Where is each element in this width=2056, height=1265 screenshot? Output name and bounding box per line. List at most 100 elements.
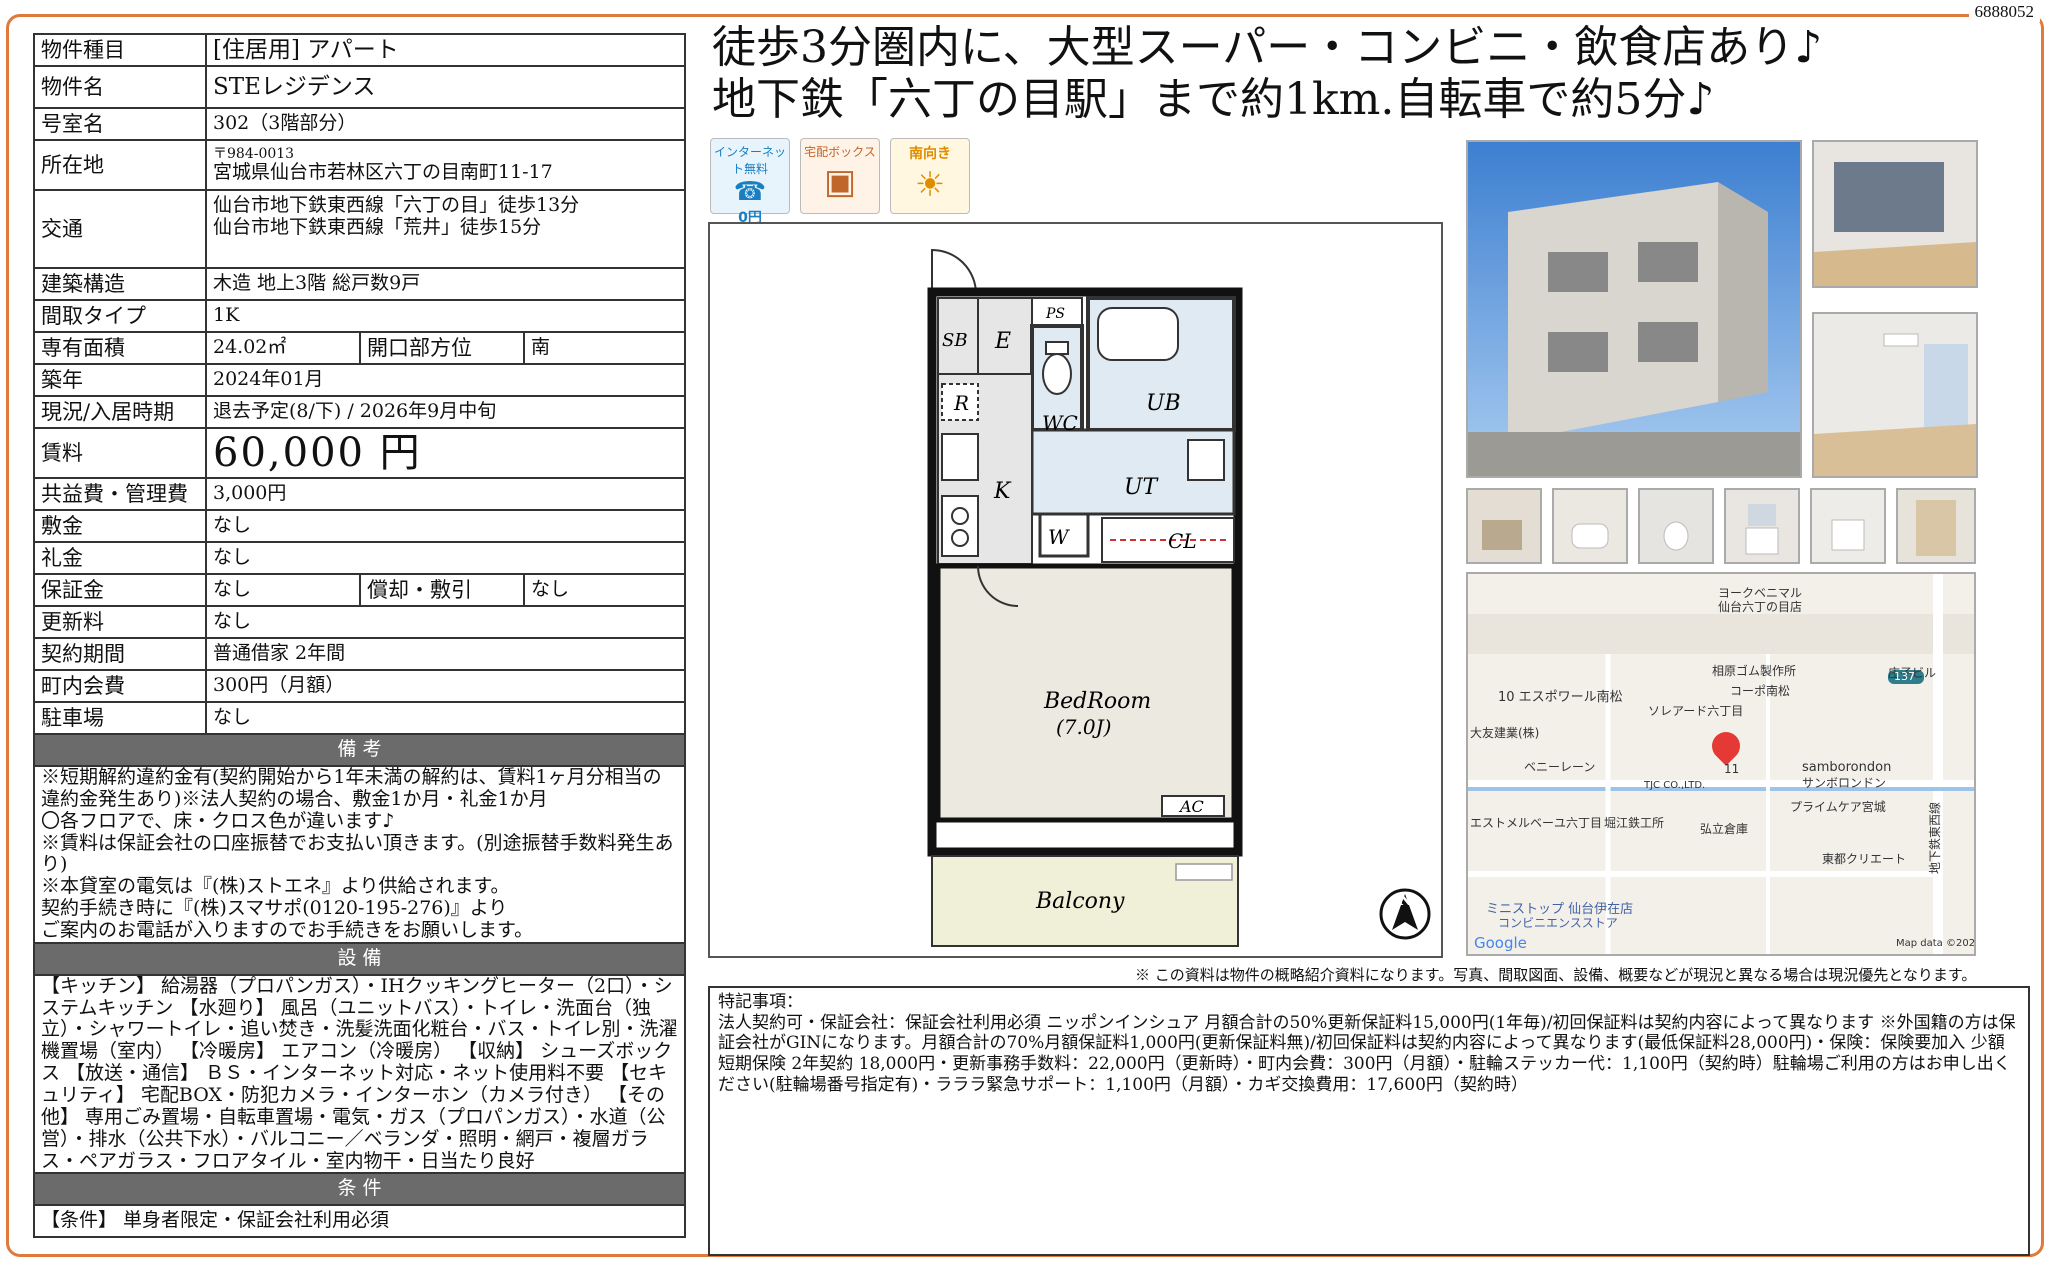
address-cell: 〒984-0013 宮城県仙台市若林区六丁の目南町11-17 — [205, 139, 686, 191]
map-label: 相原ゴム製作所 — [1712, 664, 1797, 678]
map-label: 地下鉄東西線 — [1928, 801, 1942, 874]
thumb-kitchen[interactable] — [1466, 488, 1542, 564]
address-value: 宮城県仙台市若林区六丁の目南町11-17 — [213, 161, 553, 184]
headline-line-2: 地下鉄「六丁の目駅」まで約1km.自転車で約5分♪ — [712, 74, 1715, 125]
transit-line-1: 仙台市地下鉄東西線「六丁の目」徒歩13分 — [213, 194, 580, 216]
label-ps: PS — [1045, 306, 1065, 322]
layout-value: 1K — [205, 299, 686, 333]
layout-label: 間取タイプ — [33, 299, 207, 333]
rent-label: 賃料 — [33, 427, 207, 479]
map-label: 仙台六丁の目店 — [1718, 600, 1803, 614]
type-value: [住居用] アパート — [205, 33, 686, 67]
room-value: 302（3階部分） — [205, 107, 686, 141]
note-line: ※短期解約違約金有(契約開始から1年未満の解約は、賃料1ヶ月分相当の違約金発生あ… — [41, 766, 662, 810]
reference-id: 6888052 — [1968, 2, 2040, 22]
thumb-laundry[interactable] — [1810, 488, 1886, 564]
map-label: 大友建業(株) — [1470, 726, 1540, 740]
thumb-closet[interactable] — [1896, 488, 1976, 564]
contract-value: 普通借家 2年間 — [205, 637, 686, 671]
headline: 徒歩3分圏内に、大型スーパー・コンビニ・飲食店あり♪ 地下鉄「六丁の目駅」まで約… — [712, 22, 1822, 126]
property-spec-table: 物件種目 [住居用] アパート 物件名 STEレジデンス 号室名 302（3階部分） … — [33, 33, 686, 1239]
location-map[interactable]: ヨークベニマル 仙台六丁の目店 相原ゴム製作所 庄子ビル 10 エスポワール南松… — [1466, 572, 1976, 956]
interior-photo-1[interactable] — [1812, 140, 1978, 288]
address-label: 所在地 — [33, 139, 207, 191]
status-label: 現況/入居時期 — [33, 395, 207, 429]
amortization-label: 償却・敷引 — [359, 573, 525, 607]
map-attribution: Map data ©2023 — [1896, 938, 1976, 949]
map-label: ソレアード六丁目 — [1648, 704, 1744, 718]
parking-label: 駐車場 — [33, 701, 207, 735]
conditions-header: 条 件 — [33, 1172, 686, 1207]
map-label: samborondon — [1802, 760, 1892, 775]
built-label: 築年 — [33, 363, 207, 397]
facing-label: 開口部方位 — [359, 331, 525, 365]
north-arrow-icon: N — [1379, 888, 1431, 940]
notes-body: ※短期解約違約金有(契約開始から1年未満の解約は、賃料1ヶ月分相当の違約金発生あ… — [33, 765, 686, 944]
disclaimer: ※ この資料は物件の概略紹介資料になります。写真、間取図面、設備、概要などが現況… — [1135, 966, 1977, 984]
interior-photo-2[interactable] — [1812, 312, 1978, 478]
map-label: 東都クリエート — [1822, 852, 1907, 866]
thumb-bath[interactable] — [1552, 488, 1628, 564]
feature-badges: インターネット無料 ☎ 0円 宅配ボックス ▣ 南向き ☀ — [710, 138, 970, 226]
label-w: W — [1048, 525, 1070, 549]
keymoney-label: 礼金 — [33, 541, 207, 575]
thumb-toilet[interactable] — [1638, 488, 1714, 564]
thumb-washbasin[interactable] — [1724, 488, 1800, 564]
transit-label: 交通 — [33, 189, 207, 269]
sun-house-icon: ☀ — [914, 165, 946, 205]
note-line: ご案内のお電話が入りますのでお手続きをお願いします。 — [41, 918, 534, 941]
map-label: コンビニエンスストア — [1498, 916, 1618, 930]
name-value: STEレジデンス — [205, 65, 686, 109]
area-label: 専有面積 — [33, 331, 207, 365]
thumbnail-image — [1554, 490, 1626, 562]
structure-value: 木造 地上3階 総戸数9戸 — [205, 267, 686, 301]
badge-delivery-box: 宅配ボックス ▣ — [800, 138, 880, 214]
parcel-box-icon: ▣ — [823, 162, 857, 202]
label-k: K — [993, 479, 1012, 504]
map-label: プライムケア宮城 — [1790, 800, 1886, 814]
renewal-value: なし — [205, 605, 686, 639]
remarks-body: 法人契約可・保証会社：保証会社利用必須 ニッポンインシュア 月額合計の50%更新… — [718, 1012, 2016, 1095]
floor-plan: SB E PS UB R WC K UT W CL BedRoom (7.0J)… — [708, 222, 1443, 958]
interior-room-image — [1814, 142, 1976, 286]
contract-label: 契約期間 — [33, 637, 207, 671]
floor-plan-drawing: SB E PS UB R WC K UT W CL BedRoom (7.0J)… — [927, 248, 1431, 947]
remarks-box: 特記事項： 法人契約可・保証会社：保証会社利用必須 ニッポンインシュア 月額合計… — [708, 986, 2030, 1256]
guarantee-label: 保証金 — [33, 573, 207, 607]
map-label: TJC CO.,LTD. — [1644, 780, 1706, 791]
renewal-label: 更新料 — [33, 605, 207, 639]
thumbnail-image — [1726, 490, 1798, 562]
fee-label: 共益費・管理費 — [33, 477, 207, 511]
label-ac: AC — [1178, 797, 1204, 816]
label-cl: CL — [1168, 529, 1197, 553]
deposit-value: なし — [205, 509, 686, 543]
fee-value: 3,000円 — [205, 477, 686, 511]
status-value: 退去予定(8/下) / 2026年9月中旬 — [205, 395, 686, 429]
room-label: 号室名 — [33, 107, 207, 141]
transit-line-2: 仙台市地下鉄東西線「荒井」徒歩15分 — [213, 215, 542, 238]
deposit-label: 敷金 — [33, 509, 207, 543]
exterior-photo[interactable] — [1466, 140, 1802, 478]
equipment-body: 【キッチン】 給湯器（プロパンガス）・IHクッキングヒーター（2口）・システムキ… — [33, 973, 686, 1175]
label-wc: WC — [1042, 411, 1078, 435]
building-exterior-image — [1468, 142, 1800, 476]
map-label: 137 — [1894, 670, 1915, 683]
map-label: エストメルベーユ六丁目 — [1470, 816, 1603, 830]
map-label: コーポ南松 — [1730, 684, 1791, 698]
badge-label: 南向き — [909, 146, 951, 162]
guarantee-value: なし — [205, 573, 361, 607]
north-label: N — [1399, 893, 1412, 909]
map-label: サンボロンドン — [1802, 776, 1887, 790]
transit-cell: 仙台市地下鉄東西線「六丁の目」徒歩13分 仙台市地下鉄東西線「荒井」徒歩15分 — [205, 189, 686, 269]
headline-line-1: 徒歩3分圏内に、大型スーパー・コンビニ・飲食店あり♪ — [712, 22, 1823, 73]
label-balcony: Balcony — [1035, 889, 1125, 914]
name-label: 物件名 — [33, 65, 207, 109]
remarks-title: 特記事項： — [718, 992, 803, 1012]
label-bedroom-size: (7.0J) — [1056, 715, 1111, 739]
townfee-value: 300円（月額） — [205, 669, 686, 703]
badge-label: インターネット無料 — [713, 145, 786, 176]
map-label: ベニーレーン — [1524, 760, 1596, 774]
label-e: E — [994, 329, 1011, 354]
amortization-value: なし — [523, 573, 686, 607]
type-label: 物件種目 — [33, 33, 207, 67]
